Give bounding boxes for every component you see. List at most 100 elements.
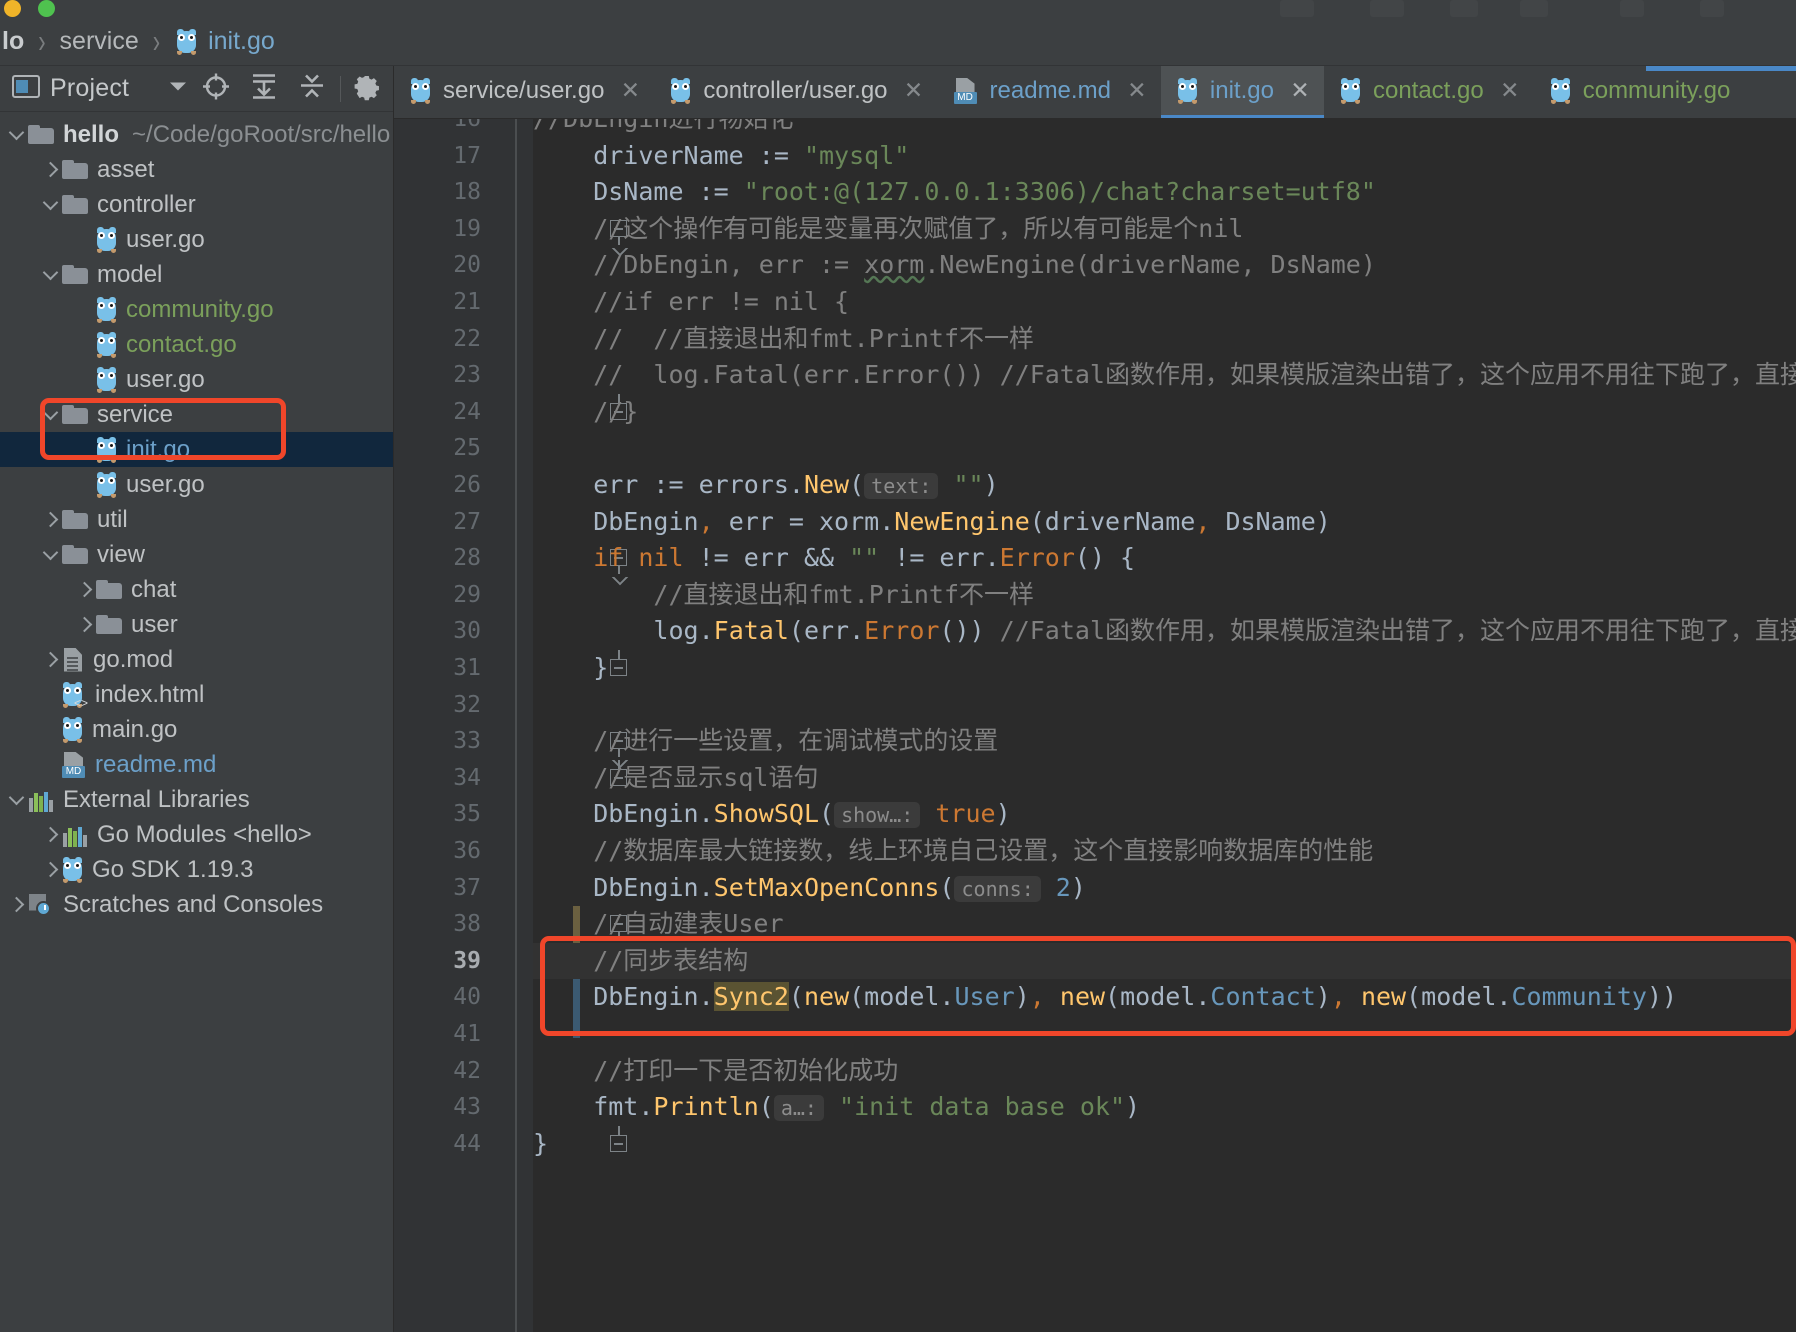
expand-all-icon[interactable] xyxy=(248,71,280,106)
code-line-44[interactable]: } xyxy=(533,1126,1796,1163)
code-line-20[interactable]: //DbEngin, err := xorm.NewEngine(driverN… xyxy=(533,247,1796,284)
tree-item-view[interactable]: view xyxy=(0,537,393,572)
code-token: "" xyxy=(953,470,984,499)
code-line-34[interactable]: //是否显示sql语句 xyxy=(533,760,1796,797)
chevron-down-icon[interactable] xyxy=(40,264,62,286)
tree-item-chat[interactable]: chat xyxy=(0,572,393,607)
code-line-19[interactable]: //这个操作有可能是变量再次赋值了，所以有可能是个nil xyxy=(533,211,1796,248)
tree-item-go-sdk-1-19-3[interactable]: Go SDK 1.19.3 xyxy=(0,852,393,887)
chevron-right-icon[interactable] xyxy=(40,649,62,671)
libraries-icon xyxy=(62,823,88,847)
code-line-27[interactable]: DbEngin, err = xorm.NewEngine(driverName… xyxy=(533,504,1796,541)
tree-item-user-go[interactable]: user.go xyxy=(0,222,393,257)
tree-item-label: community.go xyxy=(126,295,274,323)
tree-item-main-go[interactable]: main.go xyxy=(0,712,393,747)
code-line-35[interactable]: DbEngin.ShowSQL(show…: true) xyxy=(533,796,1796,834)
project-view-icon[interactable] xyxy=(12,74,40,103)
chevron-down-icon[interactable] xyxy=(168,79,188,98)
tree-item-readme-md[interactable]: MD readme.md xyxy=(0,747,393,782)
code-line-18[interactable]: DsName := "root:@(127.0.0.1:3306)/chat?c… xyxy=(533,174,1796,211)
editor-tab-service-user-go[interactable]: service/user.go ✕ xyxy=(394,66,654,118)
locate-target-icon[interactable] xyxy=(200,70,232,107)
code-line-23[interactable]: // log.Fatal(err.Error()) //Fatal函数作用，如果… xyxy=(533,357,1796,394)
chevron-right-icon[interactable] xyxy=(74,614,96,636)
close-icon[interactable]: ✕ xyxy=(620,79,640,102)
chevron-right-icon[interactable] xyxy=(40,824,62,846)
chevron-right-icon[interactable] xyxy=(40,859,62,881)
breadcrumb-item-file[interactable]: init.go xyxy=(208,27,275,56)
line-number: 39 xyxy=(453,947,481,974)
code-line-24[interactable]: //} xyxy=(533,394,1796,431)
tree-item-user-go[interactable]: user.go xyxy=(0,362,393,397)
editor-tab-controller-user-go[interactable]: controller/user.go ✕ xyxy=(654,66,937,118)
tree-item-index-html[interactable]: <> index.html xyxy=(0,677,393,712)
chevron-down-icon[interactable] xyxy=(6,124,28,146)
breadcrumb-item-service[interactable]: service xyxy=(60,27,139,56)
tree-item-util[interactable]: util xyxy=(0,502,393,537)
tree-item-contact-go[interactable]: contact.go xyxy=(0,327,393,362)
code-line-36[interactable]: //数据库最大链接数，线上环境自己设置，这个直接影响数据库的性能 xyxy=(533,833,1796,870)
horizontal-scroll-indicator[interactable] xyxy=(1646,66,1796,71)
code-line-31[interactable]: } xyxy=(533,650,1796,687)
tree-item-community-go[interactable]: community.go xyxy=(0,292,393,327)
editor-tab-readme-md[interactable]: MD readme.md ✕ xyxy=(938,66,1161,118)
chevron-right-icon[interactable] xyxy=(40,509,62,531)
chevron-down-icon[interactable] xyxy=(6,789,28,811)
code-token: //这个操作有可能是变量再次赋值了，所以有可能是个nil xyxy=(533,213,1244,243)
gear-icon[interactable] xyxy=(352,71,382,106)
tree-item-scratches-and-consoles[interactable]: Scratches and Consoles xyxy=(0,887,393,922)
project-file-tree[interactable]: hello ~/Code/goRoot/src/hello asset control… xyxy=(0,113,393,1332)
tree-item-model[interactable]: model xyxy=(0,257,393,292)
code-token: (err. xyxy=(788,616,865,646)
tree-item-label: controller xyxy=(97,190,196,218)
chevron-right-icon[interactable] xyxy=(40,159,62,181)
tree-item-user-go[interactable]: user.go xyxy=(0,467,393,502)
editor-tab-contact-go[interactable]: contact.go ✕ xyxy=(1324,66,1534,118)
editor-tab-init-go[interactable]: init.go ✕ xyxy=(1160,66,1324,118)
code-line-22[interactable]: // //直接退出和fmt.Printf不一样 xyxy=(533,321,1796,358)
minimize-traffic-light[interactable] xyxy=(4,0,21,17)
collapse-all-icon[interactable] xyxy=(296,71,328,106)
maximize-traffic-light[interactable] xyxy=(38,0,55,17)
tree-item-controller[interactable]: controller xyxy=(0,187,393,222)
chevron-right-icon[interactable] xyxy=(6,894,28,916)
breadcrumb-item-root[interactable]: lo xyxy=(2,27,24,56)
code-line-38[interactable]: //自动建表User xyxy=(533,906,1796,943)
code-editor[interactable]: 16 17 18 19 20 21 22 23 24 25 26 27 28 29 30 31 32 33 34 35… xyxy=(394,119,1796,1332)
code-line-21[interactable]: //if err != nil { xyxy=(533,284,1796,321)
code-line-16[interactable]: //DbEngin进行物始化 xyxy=(533,119,1796,138)
chevron-down-icon[interactable] xyxy=(40,404,62,426)
tree-item-service[interactable]: service xyxy=(0,397,393,432)
tree-item-asset[interactable]: asset xyxy=(0,152,393,187)
close-icon[interactable]: ✕ xyxy=(904,79,924,102)
code-line-29[interactable]: //直接退出和fmt.Printf不一样 xyxy=(533,577,1796,614)
tree-item-go-modules-hello[interactable]: Go Modules <hello> xyxy=(0,817,393,852)
close-icon[interactable]: ✕ xyxy=(1500,79,1520,102)
code-line-40[interactable]: DbEngin.Sync2(new(model.User), new(model… xyxy=(533,979,1796,1016)
folder-icon xyxy=(62,544,88,565)
tree-item-external-libraries[interactable]: External Libraries xyxy=(0,782,393,817)
code-line-28[interactable]: if nil != err && "" != err.Error() { xyxy=(533,540,1796,577)
chevron-down-icon[interactable] xyxy=(40,544,62,566)
close-icon[interactable]: ✕ xyxy=(1127,79,1147,102)
tree-item-go-mod[interactable]: go.mod xyxy=(0,642,393,677)
chevron-down-icon[interactable] xyxy=(40,194,62,216)
tree-item-user[interactable]: user xyxy=(0,607,393,642)
tree-item-init-go[interactable]: init.go xyxy=(0,432,393,467)
code-line-37[interactable]: DbEngin.SetMaxOpenConns(conns: 2) xyxy=(533,870,1796,908)
code-line-33[interactable]: //进行一些设置，在调试模式的设置 xyxy=(533,723,1796,760)
code-line-26[interactable]: err := errors.New(text: "") xyxy=(533,467,1796,505)
editor-tab-label: init.go xyxy=(1209,76,1274,104)
code-line-30[interactable]: log.Fatal(err.Error()) //Fatal函数作用，如果模版渲… xyxy=(533,613,1796,650)
code-line-39[interactable]: //同步表结构 xyxy=(533,942,1796,980)
code-line-43[interactable]: fmt.Println(a…: "init data base ok") xyxy=(533,1089,1796,1127)
editor-tab-community-go[interactable]: community.go xyxy=(1534,66,1745,118)
scratches-icon xyxy=(28,893,54,917)
code-line-42[interactable]: //打印一下是否初始化成功 xyxy=(533,1053,1796,1090)
close-icon[interactable]: ✕ xyxy=(1290,79,1310,102)
editor-tab-bar[interactable]: service/user.go ✕ controller/user.go ✕ MD rea… xyxy=(394,66,1796,119)
code-line-17[interactable]: driverName := "mysql" xyxy=(533,138,1796,175)
tree-item-hello[interactable]: hello ~/Code/goRoot/src/hello xyxy=(0,117,393,152)
chevron-right-icon[interactable] xyxy=(74,579,96,601)
